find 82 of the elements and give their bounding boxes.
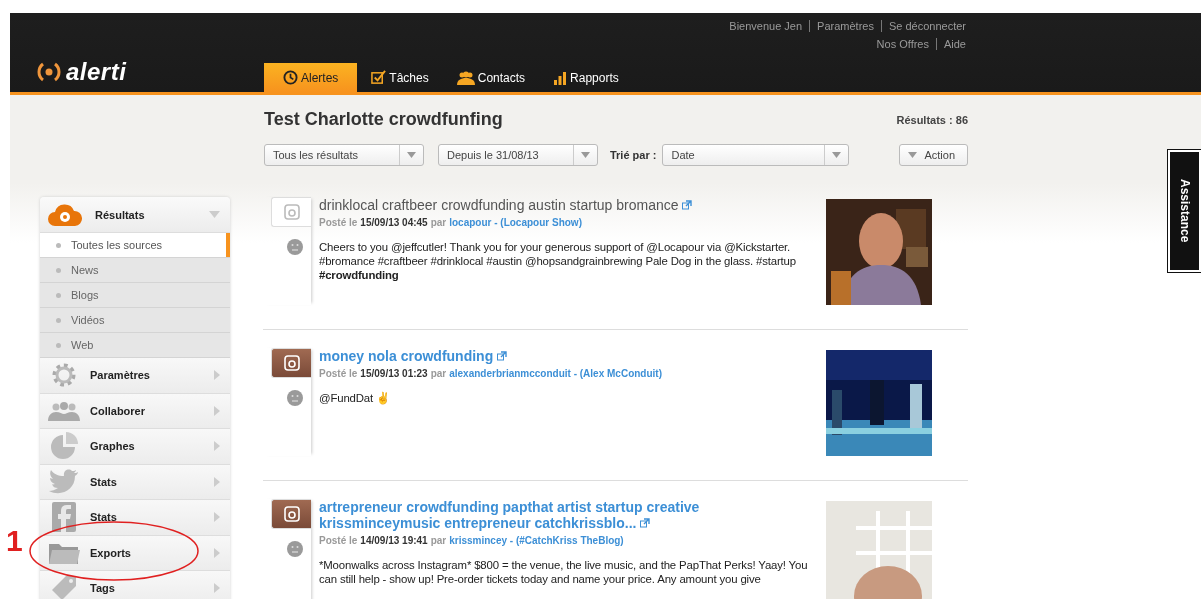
caret-icon (908, 152, 918, 158)
nav-tab[interactable]: Alertes (264, 63, 358, 92)
cloud-gear-icon (48, 203, 82, 226)
post-date: 15/09/13 01:23 (360, 368, 428, 379)
instagram-source-button[interactable] (271, 348, 311, 378)
bar-chart-icon (553, 70, 568, 85)
header-link[interactable]: Bienvenue Jen (722, 20, 810, 32)
filter-dropdown[interactable]: Depuis le 31/08/13 (438, 144, 598, 166)
chevron-icon (214, 441, 220, 452)
post-title-link[interactable]: drinklocal craftbeer crowdfunding austin startup bromance (319, 197, 818, 213)
by-label: par (430, 368, 447, 379)
neutral-face-icon[interactable] (287, 239, 303, 255)
chevron-icon (214, 405, 220, 416)
header-link[interactable]: Se déconnecter (880, 20, 966, 32)
author-link[interactable]: krissmincey - (#CatchKriss TheBlog) (449, 535, 624, 546)
external-link-icon (682, 200, 693, 210)
bird-icon (49, 468, 79, 495)
post-text: Cheers to you @jeffcutler! Thank you for your generous support of @Locapour via @Kickstarter. #bromance #craftbeer #drinklocal #austin @hopsandgrainbrewing Pale Dog in the glass. #startup #crowdfunding (319, 240, 797, 282)
post-text: @FundDat ✌ (319, 391, 391, 405)
source-item[interactable]: Blogs (40, 283, 230, 308)
chevron-icon (214, 476, 220, 487)
by-label: par (430, 535, 447, 546)
caret-icon (580, 152, 590, 158)
sidebar-item[interactable]: Exports (40, 535, 230, 571)
sidebar-header[interactable]: Résultats (40, 197, 230, 233)
source-item[interactable]: News (40, 258, 230, 283)
external-link-icon (640, 518, 651, 528)
sidebar-item[interactable]: Graphes (40, 429, 230, 465)
chevron-icon (214, 512, 220, 523)
sidebar-item[interactable]: Stats (40, 500, 230, 536)
source-item[interactable]: Web (40, 333, 230, 358)
external-link-icon (497, 351, 508, 361)
sidebar-item[interactable]: Tags (40, 571, 230, 599)
header-link[interactable]: Aide (935, 38, 966, 50)
clock-icon (283, 70, 298, 85)
nav-tab[interactable]: Tâches (357, 63, 443, 92)
sidebar-item[interactable]: Stats (40, 464, 230, 500)
sidebar-item[interactable]: Paramètres (40, 358, 230, 394)
logo-text: alerti (66, 58, 127, 86)
camera-icon (283, 204, 300, 220)
checkbox-icon (371, 70, 387, 85)
source-item[interactable]: Vidéos (40, 308, 230, 333)
camera-icon (283, 506, 300, 522)
chevron-icon (214, 583, 220, 594)
header-link[interactable]: Paramètres (809, 20, 881, 32)
camera-icon (283, 355, 300, 371)
square-tile-icon (52, 502, 76, 533)
chevron-icon (214, 547, 220, 558)
chevron-icon (214, 370, 220, 381)
post-date: 14/09/13 19:41 (360, 535, 428, 546)
author-link[interactable]: alexanderbrianmcconduit - (Alex McConduit) (449, 368, 662, 379)
gear-icon (51, 362, 77, 389)
folder-icon (48, 541, 80, 564)
people-icon (48, 400, 80, 421)
action-button[interactable]: Action (899, 144, 968, 166)
sort-dropdown[interactable]: Date (662, 144, 850, 166)
tag-icon (50, 574, 78, 599)
nav-tab[interactable]: Contacts (442, 63, 540, 92)
posted-label: Posté le (319, 368, 358, 379)
people-icon (456, 70, 475, 85)
nav-tab[interactable]: Rapports (539, 63, 633, 92)
results-count: Résultats : 86 (896, 113, 968, 126)
post-text: *Moonwalks across Instagram* $800 = the venue, the live music, and the PapThat Perks! Yaay! You can still help - show up! Pre-order tickets today and name your price. Any amount you give (319, 558, 809, 586)
sort-label: Trié par : (609, 149, 657, 161)
header-link[interactable]: Nos Offres (869, 38, 936, 50)
source-item[interactable]: Toutes les sources (40, 233, 230, 258)
sidebar-item[interactable]: Collaborer (40, 393, 230, 429)
annotation-number: 1 (6, 524, 23, 558)
alert-title: Test Charlotte crowdfunfing (264, 109, 503, 130)
pie-chart-icon (49, 431, 79, 462)
caret-icon (407, 152, 416, 158)
posted-label: Posté le (319, 217, 358, 228)
instagram-source-button[interactable] (271, 499, 311, 529)
caret-icon (209, 211, 220, 218)
neutral-face-icon[interactable] (287, 390, 303, 406)
posted-label: Posté le (319, 535, 358, 546)
caret-icon (832, 152, 842, 158)
assistance-tab[interactable]: Assistance (1168, 150, 1201, 272)
post-date: 15/09/13 04:45 (360, 217, 428, 228)
neutral-face-icon[interactable] (287, 541, 303, 557)
by-label: par (430, 217, 447, 228)
filter-dropdown[interactable]: Tous les résultats (264, 144, 424, 166)
